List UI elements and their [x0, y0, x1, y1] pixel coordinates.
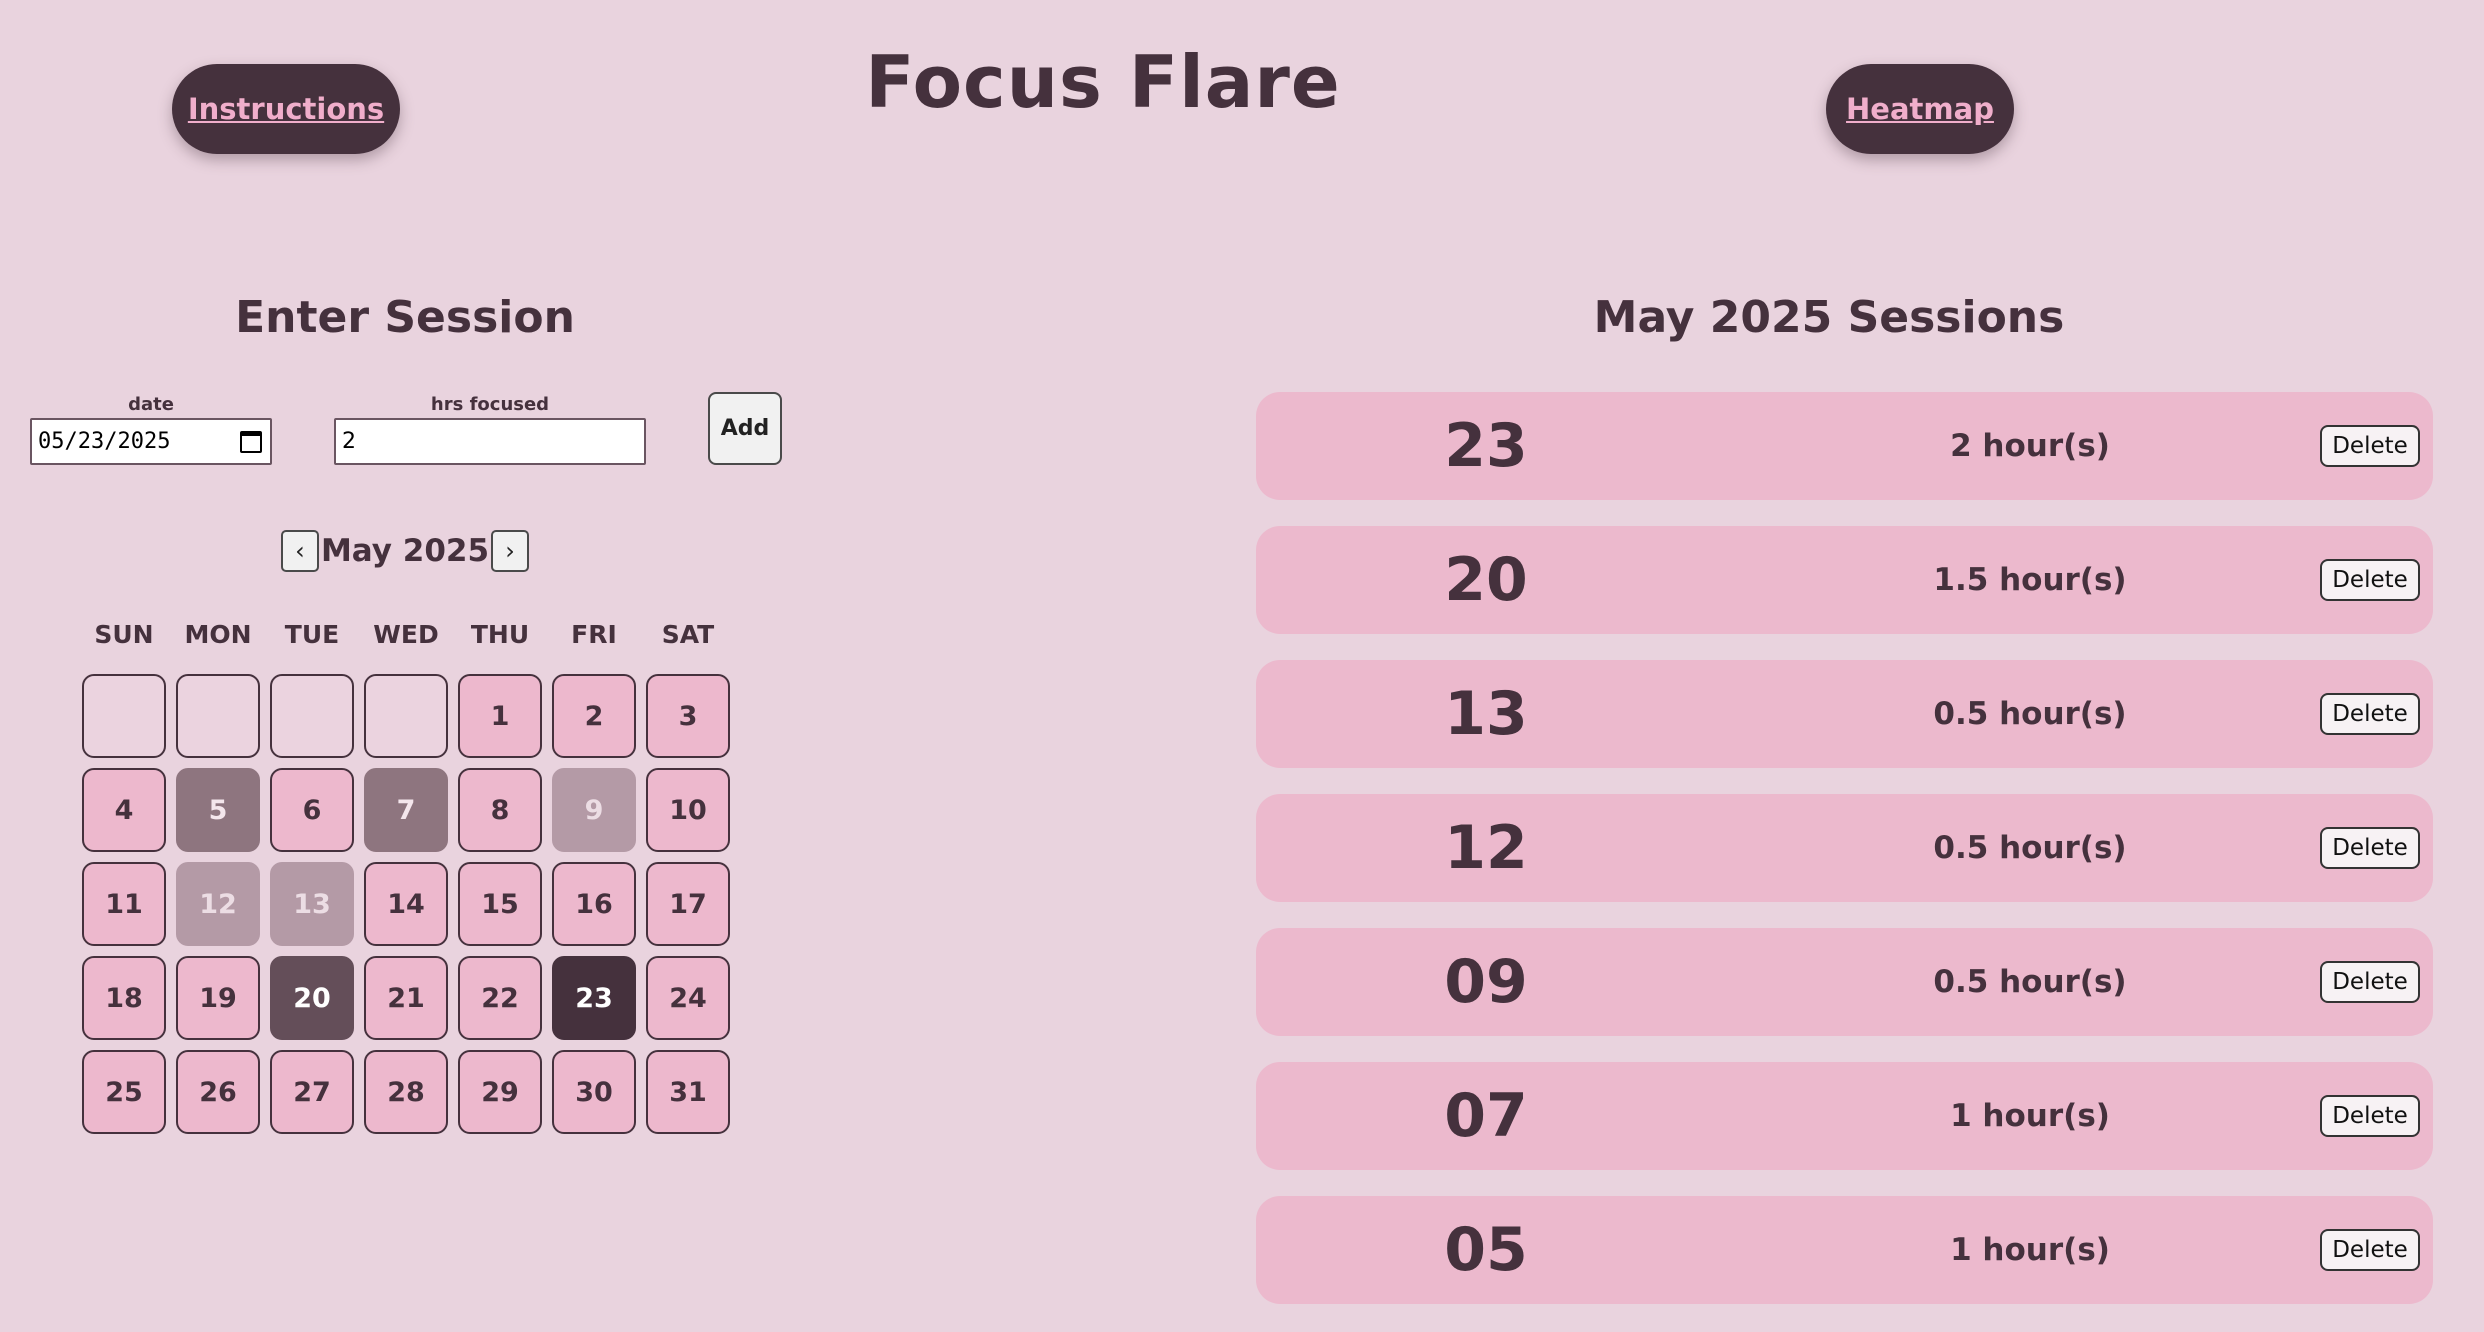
calendar-day[interactable]: 15 [458, 862, 542, 946]
weekday-label: MON [184, 620, 252, 649]
calendar-day[interactable]: 18 [82, 956, 166, 1040]
calendar-day[interactable]: 10 [646, 768, 730, 852]
heatmap-link[interactable]: Heatmap [1826, 64, 2014, 154]
calendar-blank-cell [176, 674, 260, 758]
hours-label: hrs focused [430, 394, 550, 415]
session-row: 23 2 hour(s) Delete [1256, 392, 2433, 500]
calendar-day[interactable]: 31 [646, 1050, 730, 1134]
calendar-day[interactable]: 14 [364, 862, 448, 946]
delete-button[interactable]: Delete [2320, 961, 2420, 1003]
session-day: 12 [1444, 813, 1528, 883]
session-day: 05 [1444, 1215, 1528, 1285]
calendar-day[interactable]: 30 [552, 1050, 636, 1134]
session-hours: 0.5 hour(s) [1933, 696, 2127, 732]
session-hours: 1.5 hour(s) [1933, 562, 2127, 598]
calendar-day[interactable]: 4 [82, 768, 166, 852]
delete-button[interactable]: Delete [2320, 425, 2420, 467]
calendar-day[interactable]: 22 [458, 956, 542, 1040]
weekday-label: SAT [661, 620, 715, 649]
weekday-header: SUN MON TUE WED THU FRI SAT [82, 620, 730, 649]
delete-button[interactable]: Delete [2320, 1229, 2420, 1271]
calendar-day[interactable]: 16 [552, 862, 636, 946]
date-value: 05/23/2025 [38, 429, 171, 454]
calendar-day[interactable]: 23 [552, 956, 636, 1040]
month-label: May 2025 [320, 533, 490, 569]
sessions-title: May 2025 Sessions [1593, 292, 2065, 343]
delete-button[interactable]: Delete [2320, 827, 2420, 869]
weekday-label: TUE [284, 620, 340, 649]
calendar-day[interactable]: 20 [270, 956, 354, 1040]
session-row: 09 0.5 hour(s) Delete [1256, 928, 2433, 1036]
sessions-list: 23 2 hour(s) Delete 20 1.5 hour(s) Delete 13 0.… [1256, 392, 2433, 1330]
chevron-right-icon[interactable]: › [491, 530, 530, 572]
calendar-day[interactable]: 13 [270, 862, 354, 946]
calendar-day[interactable]: 12 [176, 862, 260, 946]
date-label: date [128, 394, 174, 415]
calendar-day[interactable]: 1 [458, 674, 542, 758]
session-row: 13 0.5 hour(s) Delete [1256, 660, 2433, 768]
calendar-grid: 1 2 3 4 5 6 7 8 9 10 11 12 13 14 15 16 17 18 19 20 21 22 23 24 2… [82, 674, 730, 1134]
chevron-left-icon[interactable]: ‹ [280, 530, 319, 572]
session-row: 05 1 hour(s) Delete [1256, 1196, 2433, 1304]
enter-session-title: Enter Session [235, 292, 575, 343]
add-button[interactable]: Add [708, 392, 782, 465]
session-hours: 2 hour(s) [1950, 428, 2110, 464]
session-hours: 1 hour(s) [1950, 1232, 2110, 1268]
calendar-day[interactable]: 27 [270, 1050, 354, 1134]
calendar-icon[interactable] [240, 430, 262, 453]
calendar-day[interactable]: 3 [646, 674, 730, 758]
calendar-blank-cell [364, 674, 448, 758]
delete-button[interactable]: Delete [2320, 1095, 2420, 1137]
weekday-label: WED [373, 620, 439, 649]
calendar-day[interactable]: 2 [552, 674, 636, 758]
calendar-blank-cell [82, 674, 166, 758]
calendar-day[interactable]: 9 [552, 768, 636, 852]
delete-button[interactable]: Delete [2320, 693, 2420, 735]
session-hours: 0.5 hour(s) [1933, 964, 2127, 1000]
calendar-day[interactable]: 5 [176, 768, 260, 852]
calendar-day[interactable]: 24 [646, 956, 730, 1040]
session-day: 23 [1444, 411, 1528, 481]
session-hours: 0.5 hour(s) [1933, 830, 2127, 866]
page: Instructions Focus Flare Heatmap Enter S… [0, 0, 2484, 1332]
calendar-day[interactable]: 19 [176, 956, 260, 1040]
delete-button[interactable]: Delete [2320, 559, 2420, 601]
weekday-label: SUN [94, 620, 154, 649]
session-day: 09 [1444, 947, 1528, 1017]
session-day: 13 [1444, 679, 1528, 749]
session-day: 20 [1444, 545, 1528, 615]
calendar-day[interactable]: 11 [82, 862, 166, 946]
hours-value: 2 [342, 429, 356, 454]
calendar-day[interactable]: 21 [364, 956, 448, 1040]
calendar-day[interactable]: 25 [82, 1050, 166, 1134]
date-input[interactable]: 05/23/2025 [30, 418, 272, 465]
calendar-blank-cell [270, 674, 354, 758]
calendar-day[interactable]: 17 [646, 862, 730, 946]
calendar-day[interactable]: 7 [364, 768, 448, 852]
session-day: 07 [1444, 1081, 1528, 1151]
session-hours: 1 hour(s) [1950, 1098, 2110, 1134]
month-navigation: ‹ May 2025 › [0, 530, 810, 572]
calendar-day[interactable]: 29 [458, 1050, 542, 1134]
session-row: 20 1.5 hour(s) Delete [1256, 526, 2433, 634]
calendar-day[interactable]: 28 [364, 1050, 448, 1134]
weekday-label: FRI [571, 620, 617, 649]
calendar-day[interactable]: 26 [176, 1050, 260, 1134]
weekday-label: THU [470, 620, 530, 649]
session-row: 07 1 hour(s) Delete [1256, 1062, 2433, 1170]
hours-input[interactable]: 2 [334, 418, 646, 465]
session-row: 12 0.5 hour(s) Delete [1256, 794, 2433, 902]
calendar-day[interactable]: 8 [458, 768, 542, 852]
calendar-day[interactable]: 6 [270, 768, 354, 852]
